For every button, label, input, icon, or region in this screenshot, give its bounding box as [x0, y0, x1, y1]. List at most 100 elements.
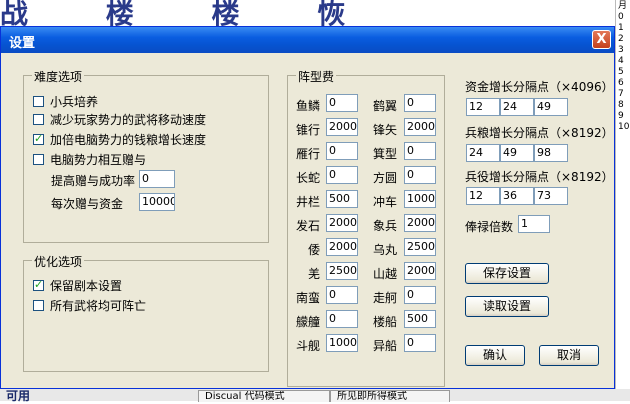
background-char: 2 — [618, 34, 624, 44]
formation-input[interactable]: 1000 — [326, 334, 358, 352]
background-app-header: 战 楼 楼 恢 — [0, 0, 630, 26]
formation-input[interactable]: 500 — [326, 190, 358, 208]
settings-dialog: 设置 X 难度选项 小兵培养 减少玩家势力的武将移动速度 加倍电脑势力的钱粮增长… — [0, 26, 615, 389]
ok-button[interactable]: 确认 — [465, 345, 525, 366]
formation-label: 南蛮 — [296, 291, 321, 305]
gift-rate-label: 提高赠与成功率 — [51, 174, 136, 188]
formation-input[interactable]: 2000 — [326, 118, 358, 136]
checkbox-keep-scenario[interactable]: 保留剧本设置 — [33, 277, 122, 294]
checkbox-double-ai-growth-box[interactable] — [33, 132, 44, 145]
salary-multiplier-label: 俸禄倍数 — [465, 220, 514, 234]
formation-input[interactable]: 0 — [404, 166, 436, 184]
checkbox-double-ai-growth[interactable]: 加倍电脑势力的钱粮增长速度 — [33, 131, 206, 148]
optimize-legend: 优化选项 — [32, 253, 85, 270]
dialog-titlebar[interactable]: 设置 X — [1, 27, 614, 53]
formation-input[interactable]: 0 — [326, 310, 358, 328]
background-char: 10 — [618, 122, 630, 132]
formation-label: 箕型 — [373, 147, 398, 161]
save-settings-button[interactable]: 保存设置 — [465, 263, 549, 284]
formation-input[interactable]: 500 — [404, 310, 436, 328]
money-growth-input-1[interactable]: 12 — [466, 98, 500, 116]
checkbox-label: 电脑势力相互赠与 — [50, 153, 147, 167]
background-char: 月 — [618, 1, 628, 11]
checkbox-all-generals-die-box[interactable] — [33, 300, 44, 311]
background-tab-wysiwyg[interactable]: 所见即所得模式 — [330, 390, 450, 402]
formation-label: 乌丸 — [373, 243, 398, 257]
background-char: 0 — [618, 12, 624, 22]
money-growth-input-2[interactable]: 24 — [500, 98, 534, 116]
background-tab-code[interactable]: Discual 代码模式 — [198, 390, 330, 402]
dialog-title: 设置 — [9, 36, 36, 51]
formation-label: 鹤翼 — [373, 99, 398, 113]
background-char: 4 — [618, 56, 624, 66]
formation-label: 方圆 — [373, 171, 398, 185]
formation-input[interactable]: 0 — [404, 334, 436, 352]
checkbox-keep-scenario-box[interactable] — [33, 278, 44, 291]
checkbox-all-generals-die[interactable]: 所有武将均可阵亡 — [33, 297, 146, 314]
food-growth-label: 兵粮增长分隔点（×8192） — [465, 126, 614, 140]
close-icon: X — [596, 32, 607, 47]
soldier-growth-input-2[interactable]: 36 — [500, 187, 534, 205]
formation-input[interactable]: 2000 — [326, 214, 358, 232]
food-growth-input-2[interactable]: 49 — [500, 144, 534, 162]
formation-label: 斗舰 — [296, 339, 321, 353]
checkbox-label: 加倍电脑势力的钱粮增长速度 — [50, 133, 207, 147]
gift-money-input[interactable]: 10000 — [139, 193, 175, 211]
close-button[interactable]: X — [592, 30, 611, 49]
soldier-growth-input-3[interactable]: 73 — [534, 187, 568, 205]
formation-label: 长蛇 — [296, 171, 321, 185]
formation-input[interactable]: 0 — [326, 286, 358, 304]
background-title: 战 楼 楼 恢 — [0, 0, 380, 26]
formation-label: 艨艟 — [296, 315, 321, 329]
checkbox-soldier-training-box[interactable] — [33, 96, 44, 107]
background-char: 1 — [618, 23, 624, 33]
checkbox-ai-gift-box[interactable] — [33, 154, 44, 165]
formation-legend: 阵型费 — [296, 68, 337, 85]
background-char: 8 — [618, 100, 624, 110]
salary-multiplier-input[interactable]: 1 — [518, 215, 550, 233]
background-char: 6 — [618, 78, 624, 88]
cancel-button[interactable]: 取消 — [539, 345, 599, 366]
formation-input[interactable]: 0 — [326, 142, 358, 160]
formation-label: 冲车 — [373, 195, 398, 209]
formation-label: 雁行 — [296, 147, 321, 161]
formation-label: 倭 — [308, 243, 321, 257]
formation-input[interactable]: 0 — [404, 286, 436, 304]
checkbox-reduce-player-move[interactable]: 减少玩家势力的武将移动速度 — [33, 111, 206, 128]
soldier-growth-input-1[interactable]: 12 — [466, 187, 500, 205]
food-growth-input-3[interactable]: 98 — [534, 144, 568, 162]
background-bottom-label: 可用 — [6, 389, 31, 403]
formation-input[interactable]: 0 — [326, 94, 358, 112]
money-growth-input-3[interactable]: 49 — [534, 98, 568, 116]
background-bottom-bar: 可用 Discual 代码模式 所见即所得模式 — [0, 389, 630, 403]
food-growth-input-1[interactable]: 24 — [466, 144, 500, 162]
formation-input[interactable]: 2500 — [404, 238, 436, 256]
checkbox-label: 保留剧本设置 — [50, 279, 123, 293]
checkbox-reduce-player-move-box[interactable] — [33, 114, 44, 125]
formation-label: 羌 — [308, 267, 321, 281]
background-char: 7 — [618, 89, 624, 99]
formation-input[interactable]: 1000 — [404, 190, 436, 208]
soldier-growth-label: 兵役增长分隔点（×8192） — [465, 170, 614, 184]
formation-label: 锋矢 — [373, 123, 398, 137]
formation-input[interactable]: 2000 — [404, 262, 436, 280]
formation-label: 山越 — [373, 267, 398, 281]
formation-label: 走舸 — [373, 291, 398, 305]
money-growth-label: 资金增长分隔点（×4096） — [465, 80, 614, 94]
formation-label: 楼船 — [373, 315, 398, 329]
formation-input[interactable]: 0 — [404, 142, 436, 160]
difficulty-legend: 难度选项 — [32, 68, 85, 85]
formation-input[interactable]: 0 — [326, 166, 358, 184]
formation-input[interactable]: 2500 — [326, 262, 358, 280]
gift-rate-input[interactable]: 0 — [139, 170, 175, 188]
formation-label: 锥行 — [296, 123, 321, 137]
formation-input[interactable]: 0 — [404, 94, 436, 112]
checkbox-soldier-training[interactable]: 小兵培养 — [33, 93, 98, 110]
formation-label: 井栏 — [296, 195, 321, 209]
formation-input[interactable]: 2000 — [326, 238, 358, 256]
gift-money-label: 每次赠与资金 — [51, 197, 124, 211]
formation-input[interactable]: 2000 — [404, 214, 436, 232]
load-settings-button[interactable]: 读取设置 — [465, 296, 549, 317]
formation-input[interactable]: 2000 — [404, 118, 436, 136]
checkbox-ai-gift[interactable]: 电脑势力相互赠与 — [33, 151, 146, 168]
